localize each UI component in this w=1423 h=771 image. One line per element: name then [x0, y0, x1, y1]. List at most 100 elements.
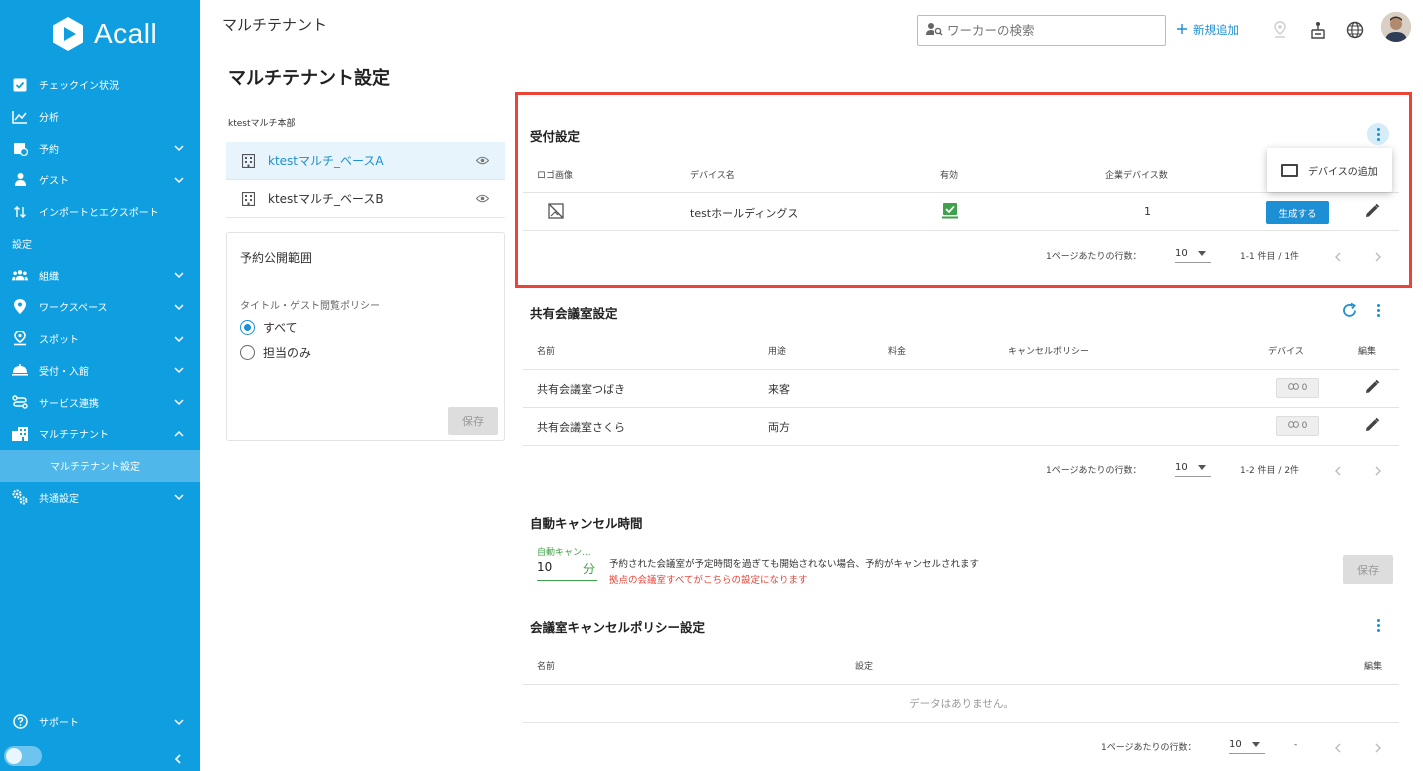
rows-per-page-select[interactable]: 10 [1175, 245, 1211, 263]
next-page-icon[interactable] [1372, 248, 1384, 262]
eye-icon[interactable] [475, 192, 490, 206]
eye-icon[interactable] [475, 154, 490, 168]
auto-cancel-input[interactable]: 10 [537, 560, 552, 574]
sidebar-subitem-multitenant-settings[interactable]: マルチテナント設定 [0, 449, 200, 482]
tenant-item[interactable]: ktestマルチ_ベースA [226, 142, 505, 180]
sidebar-item-organization[interactable]: 組織 [0, 259, 200, 291]
acall-logo[interactable]: Acall [50, 16, 157, 52]
rows-per-page-select[interactable]: 10 [1229, 736, 1265, 754]
no-image-icon [548, 203, 564, 223]
reception-more-icon[interactable] [1367, 123, 1389, 145]
room-name: 共有会議室さくら [537, 421, 625, 434]
refresh-icon[interactable] [1341, 302, 1358, 323]
radio-assigned-only[interactable]: 担当のみ [240, 344, 311, 361]
search-input[interactable] [947, 23, 1157, 38]
shared-rooms-more-icon[interactable] [1367, 299, 1389, 321]
sidebar-item-analytics[interactable]: 分析 [0, 101, 200, 133]
reception-desk-icon[interactable] [1310, 21, 1328, 39]
dropdown-arrow-icon [1251, 742, 1260, 747]
divider [523, 684, 1399, 685]
tenant-item[interactable]: ktestマルチ_ベースB [226, 180, 505, 218]
rows-per-page-label: 1ページあたりの行数： [1046, 252, 1142, 262]
column-header: キャンセルポリシー [1008, 347, 1090, 357]
auto-cancel-note: 拠点の会議室すべてがこちらの設定になります [609, 575, 808, 586]
save-button[interactable]: 保存 [448, 407, 498, 435]
sidebar-nav: チェックイン状況 分析 予約 ゲスト インポートとエクスポート 設定 組織 ワー… [0, 69, 200, 513]
sidebar-item-reception[interactable]: 受付・入館 [0, 355, 200, 387]
cancel-policy-more-icon[interactable] [1367, 614, 1389, 636]
menu-item-add-device[interactable]: デバイスの追加 [1308, 163, 1378, 178]
room-name: 共有会議室つばき [537, 383, 625, 396]
prev-page-icon[interactable] [1332, 248, 1344, 262]
sidebar-item-multitenant[interactable]: マルチテナント [0, 418, 200, 450]
sidebar-item-guest[interactable]: ゲスト [0, 164, 200, 196]
enabled-check-icon [942, 203, 958, 223]
location-icon [12, 299, 28, 315]
auto-cancel-title: 自動キャンセル時間 [530, 516, 643, 531]
sidebar-item-import-export[interactable]: インポートとエクスポート [0, 196, 200, 228]
generate-button[interactable]: 生成する [1266, 201, 1329, 224]
globe-icon[interactable] [1346, 21, 1364, 39]
next-page-icon[interactable] [1372, 739, 1384, 753]
plus-icon [1177, 23, 1187, 37]
people-icon [12, 267, 28, 283]
divider [523, 192, 1399, 193]
column-header: 有効 [940, 171, 959, 181]
sidebar-item-spot[interactable]: スポット [0, 323, 200, 355]
rows-per-page-label: 1ページあたりの行数： [1101, 743, 1197, 753]
worker-search[interactable] [917, 15, 1166, 46]
building-icon [241, 153, 256, 168]
column-header: ロゴ画像 [537, 171, 574, 181]
prev-page-icon[interactable] [1332, 462, 1344, 476]
column-header: 名前 [537, 662, 556, 672]
pagination-range: 1-2 件目 / 2件 [1240, 466, 1300, 476]
radio-all[interactable]: すべて [240, 319, 298, 336]
device-link-chip[interactable]: 0 [1276, 416, 1319, 436]
cancel-policy-title: 会議室キャンセルポリシー設定 [530, 620, 706, 635]
divider [523, 407, 1399, 408]
link-icon [1287, 383, 1299, 393]
rows-per-page-select[interactable]: 10 [1175, 459, 1211, 477]
sidebar-item-integration[interactable]: サービス連携 [0, 386, 200, 418]
edit-pencil-icon[interactable] [1364, 417, 1380, 433]
pagination-range: 1-1 件目 / 1件 [1240, 252, 1300, 262]
page-title: マルチテナント設定 [228, 68, 390, 89]
sidebar-section-settings: 設定 [12, 239, 32, 251]
prev-page-icon[interactable] [1332, 739, 1344, 753]
tenant-list: ktestマルチ_ベースA ktestマルチ_ベースB [226, 142, 505, 218]
room-usage: 来客 [768, 383, 790, 396]
edit-pencil-icon[interactable] [1364, 203, 1380, 219]
next-page-icon[interactable] [1372, 462, 1384, 476]
add-new-button[interactable]: 新規追加 [1177, 22, 1239, 38]
device-link-chip[interactable]: 0 [1276, 378, 1319, 398]
location-pin-icon[interactable] [1272, 21, 1290, 39]
column-header: 編集 [1358, 347, 1377, 357]
edit-pencil-icon[interactable] [1364, 379, 1380, 395]
acall-logo-icon [50, 16, 86, 52]
shared-rooms-title: 共有会議室設定 [530, 306, 618, 321]
building-icon [12, 426, 28, 442]
sidebar-item-support[interactable]: サポート [0, 706, 200, 738]
input-underline [537, 580, 597, 581]
sidebar-item-workspace[interactable]: ワークスペース [0, 291, 200, 323]
chevron-down-icon [174, 717, 184, 727]
sidebar-item-reservation[interactable]: 予約 [0, 132, 200, 164]
theme-toggle[interactable] [4, 746, 42, 766]
link-icon [1287, 421, 1299, 431]
column-header: 用途 [768, 347, 787, 357]
save-button[interactable]: 保存 [1343, 555, 1393, 584]
column-header: 名前 [537, 347, 556, 357]
user-avatar[interactable] [1381, 12, 1411, 42]
sidebar-item-common-settings[interactable]: 共通設定 [0, 482, 200, 514]
gears-icon [12, 489, 28, 505]
import-export-icon [12, 204, 28, 220]
sidebar-item-checkin[interactable]: チェックイン状況 [0, 69, 200, 101]
divider [523, 230, 1399, 231]
rows-per-page-label: 1ページあたりの行数： [1046, 466, 1142, 476]
collapse-sidebar-icon[interactable] [172, 750, 184, 764]
chart-icon [12, 109, 28, 125]
reservation-scope-card: 予約公開範囲 タイトル・ゲスト閲覧ポリシー すべて 担当のみ 保存 [226, 232, 505, 441]
divider [523, 445, 1399, 446]
context-menu: デバイスの追加 [1267, 148, 1392, 192]
device-name: testホールディングス [690, 207, 799, 220]
